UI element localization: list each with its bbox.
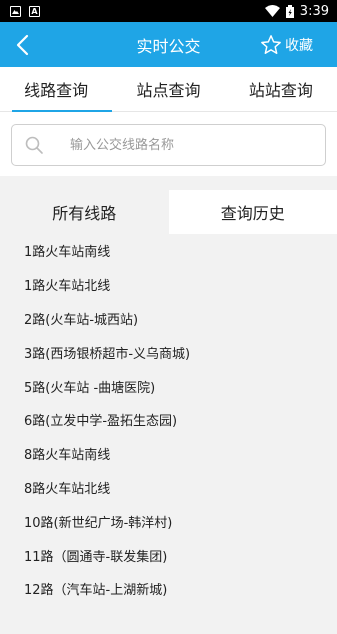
list-item[interactable]: 3路(西场银桥超市-义乌商城) <box>0 335 337 369</box>
list-item[interactable]: 2路(火车站-城西站) <box>0 302 337 336</box>
list-item[interactable]: 1路火车站南线 <box>0 234 337 268</box>
list-item[interactable]: 11路（圆通寺-联发集团) <box>0 538 337 572</box>
image-icon <box>10 6 21 17</box>
search-input[interactable] <box>68 137 325 154</box>
route-list: 1路火车站南线 1路火车站北线 2路(火车站-城西站) 3路(西场银桥超市-义乌… <box>0 234 337 634</box>
tab-stop-to-stop-query[interactable]: 站站查询 <box>225 67 337 111</box>
search-icon <box>24 135 44 155</box>
favorite-label: 收藏 <box>285 35 313 55</box>
battery-icon <box>286 5 294 18</box>
search-box[interactable] <box>11 124 326 166</box>
list-item[interactable]: 8路火车站南线 <box>0 437 337 471</box>
subtab-all-routes[interactable]: 所有线路 <box>0 190 169 234</box>
clock: 3:39 <box>300 4 329 19</box>
list-item[interactable]: 6路(立发中学-盈拓生态园) <box>0 403 337 437</box>
back-arrow-icon <box>15 34 29 56</box>
back-button[interactable] <box>0 22 44 67</box>
subtab-query-history[interactable]: 查询历史 <box>169 190 337 234</box>
search-area <box>0 112 337 176</box>
list-item[interactable]: 10路(新世纪广场-韩洋村) <box>0 504 337 538</box>
tab-line-query[interactable]: 线路查询 <box>0 67 112 111</box>
list-item[interactable]: 5路(火车站 -曲塘医院) <box>0 369 337 403</box>
tab-stop-query[interactable]: 站点查询 <box>112 67 224 111</box>
route-subtabs: 所有线路 查询历史 <box>0 190 337 234</box>
list-item[interactable]: 12路（汽车站-上湖新城) <box>0 572 337 606</box>
wifi-icon <box>265 5 280 17</box>
query-tabs: 线路查询 站点查询 站站查询 <box>0 67 337 112</box>
divider <box>0 176 337 190</box>
list-item[interactable]: 1路火车站北线 <box>0 268 337 302</box>
star-icon <box>260 34 282 56</box>
status-bar: A 3:39 <box>0 0 337 22</box>
list-item[interactable]: 8路火车站北线 <box>0 471 337 505</box>
favorite-button[interactable]: 收藏 <box>260 34 337 56</box>
app-bar: 实时公交 收藏 <box>0 22 337 67</box>
a-icon: A <box>29 6 40 17</box>
